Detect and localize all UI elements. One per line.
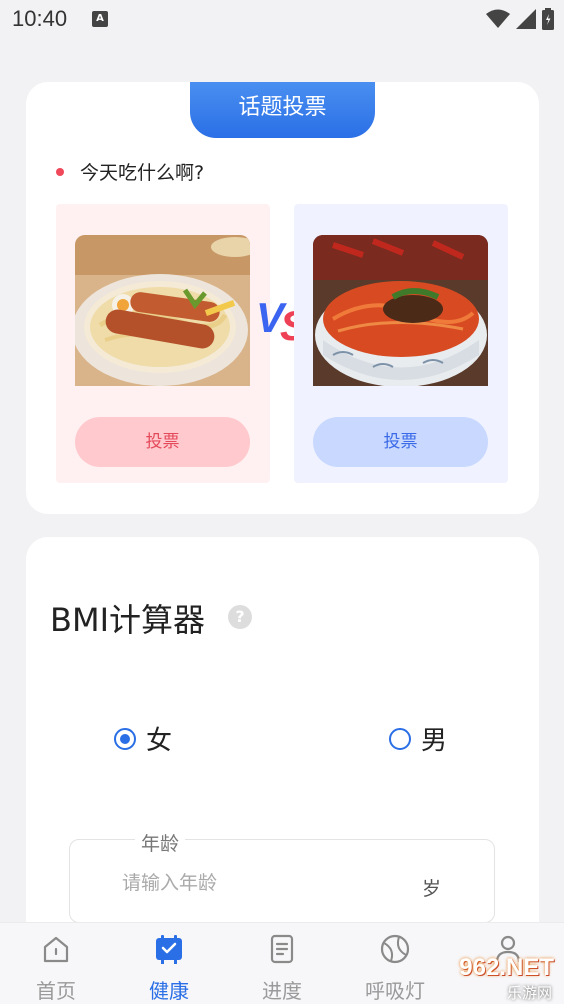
watermark-text: 962.NET — [459, 954, 554, 981]
wifi-icon — [486, 9, 510, 28]
vote-option-right: 投票 — [294, 204, 508, 483]
radio-checked-icon[interactable] — [114, 727, 136, 750]
ball-icon — [380, 934, 410, 964]
watermark-logo: 962.NET 乐游网 — [422, 948, 564, 1004]
vote-question: 今天吃什么啊? — [56, 158, 204, 185]
spicy-noodles-image — [313, 235, 488, 386]
health-calendar-icon — [156, 935, 182, 964]
progress-document-icon — [270, 934, 294, 964]
gender-female-option[interactable]: 女 — [114, 720, 172, 757]
nav-item-health[interactable]: 健康 — [124, 923, 214, 1004]
battery-icon — [542, 8, 554, 30]
vote-tab-title: 话题投票 — [190, 82, 375, 138]
status-time: 10:40 — [12, 6, 68, 31]
vote-button-left[interactable]: 投票 — [75, 417, 250, 467]
gender-male-label: 男 — [421, 726, 448, 756]
age-field[interactable]: 岁 — [69, 839, 495, 923]
vote-button-right[interactable]: 投票 — [313, 417, 488, 467]
sausage-ramen-image — [75, 235, 250, 386]
age-unit: 岁 — [422, 878, 442, 900]
bullet-dot-icon — [56, 167, 64, 176]
gender-female-label: 女 — [146, 726, 173, 756]
nav-label-health: 健康 — [149, 979, 189, 1003]
nav-item-progress[interactable]: 进度 — [237, 923, 327, 1004]
a-icon: A — [92, 11, 108, 27]
status-icons — [486, 8, 554, 30]
signal-icon — [516, 9, 536, 29]
gender-male-option[interactable]: 男 — [389, 720, 447, 757]
bmi-calculator-card: BMI计算器 ? 女 男 岁 年龄 — [26, 537, 539, 977]
question-text: 今天吃什么啊? — [80, 162, 205, 184]
nav-label-home: 首页 — [36, 979, 76, 1003]
watermark-sub: 乐游网 — [506, 984, 552, 1002]
vote-option-left: 投票 — [56, 204, 270, 483]
radio-unchecked-icon[interactable] — [389, 727, 411, 750]
topic-vote-card: 话题投票 今天吃什么啊? 投票 VS 投票 — [26, 82, 539, 514]
bmi-title: BMI计算器 — [50, 601, 206, 639]
nav-item-home[interactable]: 首页 — [11, 923, 101, 1004]
age-input[interactable] — [122, 872, 402, 894]
help-icon[interactable]: ? — [228, 605, 252, 629]
age-label: 年龄 — [135, 829, 186, 856]
status-bar: 10:40 A — [0, 0, 564, 40]
home-icon — [43, 936, 69, 963]
nav-label-progress: 进度 — [262, 979, 302, 1003]
